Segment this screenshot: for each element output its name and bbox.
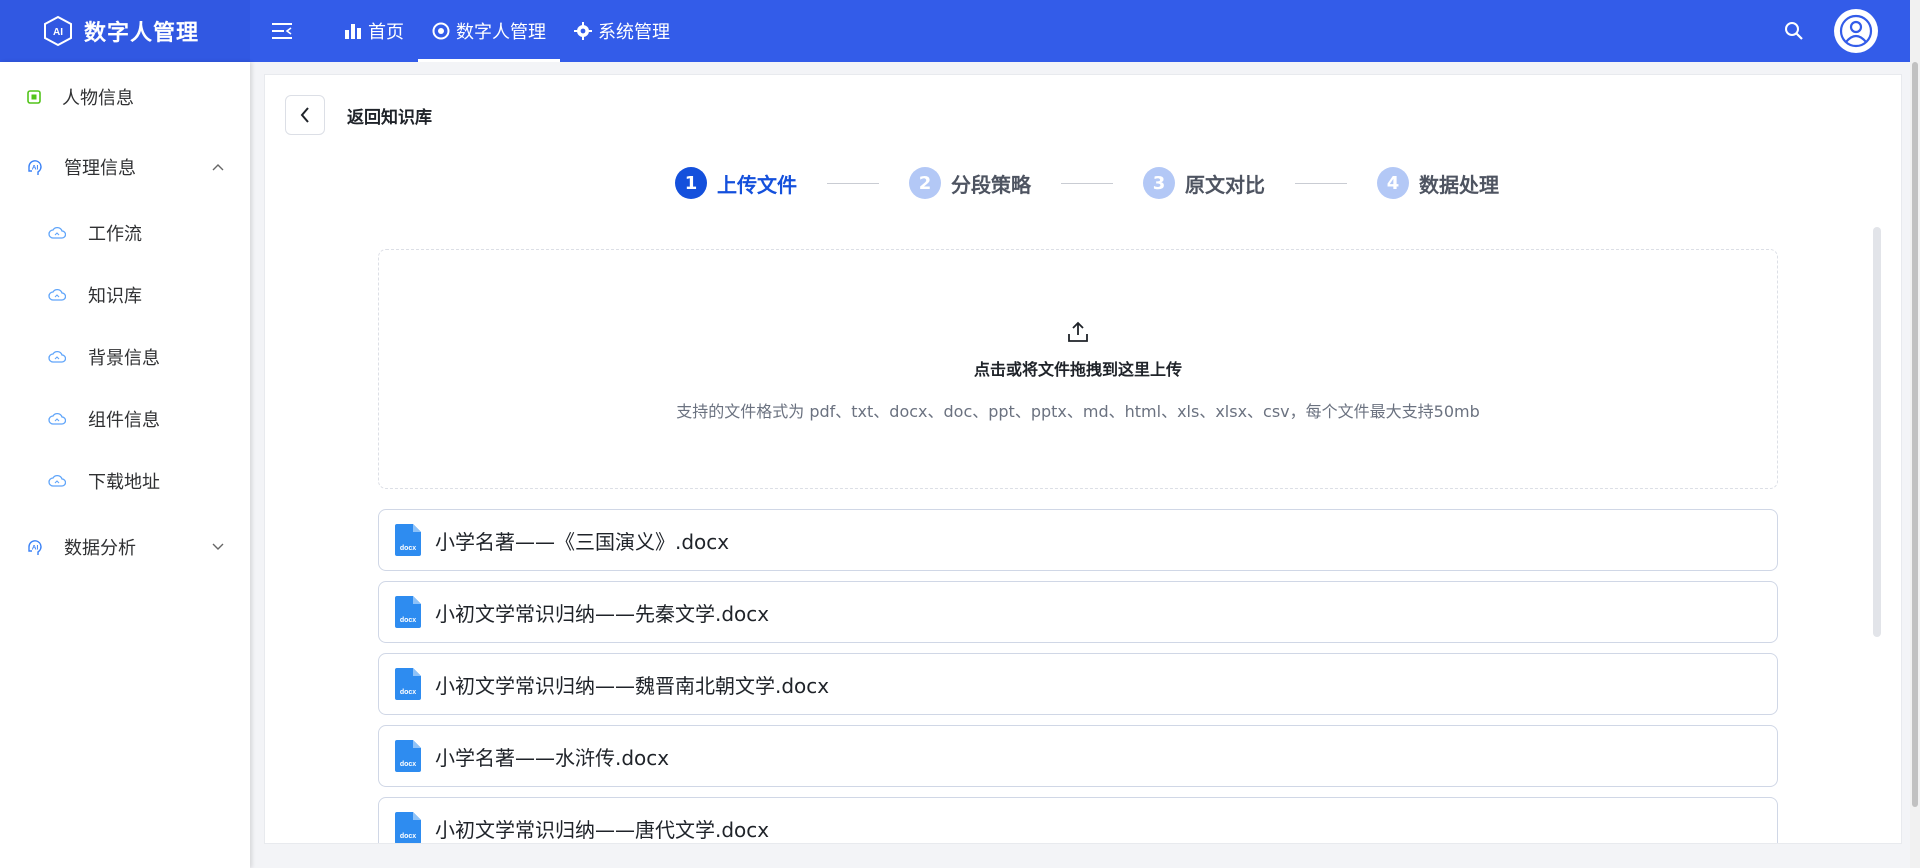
sidebar-item-label: 下载地址	[88, 472, 160, 493]
sidebar-item-download[interactable]: 下载地址	[0, 450, 250, 512]
sidebar-item-label: 数据分析	[64, 538, 136, 559]
docx-file-icon: docx	[395, 812, 421, 843]
docx-file-icon: docx	[395, 740, 421, 772]
file-item[interactable]: docx 小学名著——水浒传.docx	[378, 725, 1778, 787]
svg-text:docx: docx	[400, 545, 416, 552]
cloud-icon	[48, 226, 66, 239]
topbar-actions	[1784, 0, 1920, 62]
step-upload[interactable]: 1 上传文件	[675, 167, 797, 199]
step-segment[interactable]: 2 分段策略	[909, 167, 1031, 199]
file-item[interactable]: docx 小学名著——《三国演义》.docx	[378, 509, 1778, 571]
step-label: 数据处理	[1419, 172, 1499, 197]
bar-chart-icon	[345, 24, 361, 39]
stepper: 1 上传文件 2 分段策略 3 原文对比 4 数据处理	[675, 167, 1499, 199]
step-number: 1	[675, 167, 707, 199]
file-item[interactable]: docx 小初文学常识归纳——唐代文学.docx	[378, 797, 1778, 843]
top-nav: 首页 数字人管理 系统管理	[250, 0, 684, 62]
brand-title: 数字人管理	[84, 21, 200, 46]
back-row: 返回知识库	[285, 95, 432, 135]
aperture-icon	[432, 22, 450, 40]
file-name: 小学名著——《三国演义》.docx	[435, 529, 730, 554]
file-name: 小初文学常识归纳——唐代文学.docx	[435, 817, 770, 842]
file-name: 小初文学常识归纳——先秦文学.docx	[435, 601, 770, 626]
gear-icon	[574, 22, 592, 40]
sidebar-item-label: 知识库	[88, 286, 142, 307]
svg-text:docx: docx	[400, 761, 416, 768]
step-label: 原文对比	[1185, 172, 1265, 197]
step-label: 上传文件	[717, 172, 797, 197]
file-list: docx 小学名著——《三国演义》.docx docx 小初文学常识归纳——先秦…	[378, 509, 1778, 843]
menu-toggle-icon[interactable]	[272, 0, 330, 62]
docx-file-icon: docx	[395, 524, 421, 556]
step-process[interactable]: 4 数据处理	[1377, 167, 1499, 199]
page-scrollbar[interactable]	[1910, 0, 1920, 868]
file-item[interactable]: docx 小初文学常识归纳——先秦文学.docx	[378, 581, 1778, 643]
search-icon[interactable]	[1784, 21, 1804, 41]
step-label: 分段策略	[951, 172, 1031, 197]
sidebar-item-label: 工作流	[88, 224, 142, 245]
chevron-up-icon	[212, 164, 224, 171]
step-number: 2	[909, 167, 941, 199]
step-divider	[1295, 182, 1347, 184]
upload-dropzone[interactable]: 点击或将文件拖拽到这里上传 支持的文件格式为 pdf、txt、docx、doc、…	[378, 249, 1778, 489]
user-avatar[interactable]	[1834, 9, 1878, 53]
svg-text:docx: docx	[400, 833, 416, 840]
content-scrollbar[interactable]	[1873, 227, 1881, 637]
sidebar-item-label: 背景信息	[88, 348, 160, 369]
sidebar-item-label: 人物信息	[62, 88, 134, 109]
sidebar-item-label: 组件信息	[88, 410, 160, 431]
ai-hexagon-logo-icon: AI	[44, 15, 72, 47]
upload-icon	[1068, 321, 1088, 342]
step-divider	[827, 182, 879, 184]
nav-item-system[interactable]: 系统管理	[560, 0, 684, 62]
cloud-icon	[48, 288, 66, 301]
nav-item-label: 首页	[368, 22, 404, 43]
main-panel: 返回知识库 1 上传文件 2 分段策略 3 原文对比 4 数据处理 点击或将文件…	[264, 74, 1902, 844]
sidebar: 人物信息 AI 管理信息 工作流 知识库 背景信息 组件信息 下载地址 AI 数…	[0, 62, 250, 868]
step-number: 4	[1377, 167, 1409, 199]
docx-file-icon: docx	[395, 596, 421, 628]
chip-icon	[27, 90, 41, 104]
docx-file-icon: docx	[395, 668, 421, 700]
svg-text:AI: AI	[53, 27, 63, 38]
chevron-left-icon	[300, 107, 309, 123]
nav-item-home[interactable]: 首页	[330, 0, 418, 62]
nav-item-label: 数字人管理	[456, 22, 546, 43]
back-button[interactable]	[285, 95, 325, 135]
step-compare[interactable]: 3 原文对比	[1143, 167, 1265, 199]
sidebar-item-knowledge-base[interactable]: 知识库	[0, 264, 250, 326]
sidebar-item-component-info[interactable]: 组件信息	[0, 388, 250, 450]
user-icon	[1839, 14, 1873, 48]
top-navbar: AI 数字人管理 首页 数字人管理 系统管理	[0, 0, 1920, 62]
svg-text:AI: AI	[32, 545, 39, 552]
upload-title: 点击或将文件拖拽到这里上传	[973, 360, 1182, 379]
sidebar-item-background-info[interactable]: 背景信息	[0, 326, 250, 388]
svg-text:docx: docx	[400, 617, 416, 624]
svg-text:docx: docx	[400, 689, 416, 696]
ai-brain-icon: AI	[28, 160, 42, 175]
file-item[interactable]: docx 小初文学常识归纳——魏晋南北朝文学.docx	[378, 653, 1778, 715]
file-name: 小初文学常识归纳——魏晋南北朝文学.docx	[435, 673, 830, 698]
sidebar-item-label: 管理信息	[64, 158, 136, 179]
brand[interactable]: AI 数字人管理	[0, 0, 250, 62]
cloud-icon	[48, 350, 66, 363]
ai-brain-icon: AI	[28, 540, 42, 555]
chevron-down-icon	[212, 543, 224, 550]
cloud-icon	[48, 474, 66, 487]
nav-item-label: 系统管理	[598, 22, 670, 43]
sidebar-item-person-info[interactable]: 人物信息	[0, 62, 250, 132]
step-divider	[1061, 182, 1113, 184]
page-scrollbar-thumb[interactable]	[1912, 62, 1918, 807]
svg-text:AI: AI	[32, 165, 39, 172]
step-number: 3	[1143, 167, 1175, 199]
nav-item-digital-human[interactable]: 数字人管理	[418, 0, 560, 62]
file-name: 小学名著——水浒传.docx	[435, 745, 670, 770]
back-label[interactable]: 返回知识库	[347, 103, 432, 128]
sidebar-group-management[interactable]: AI 管理信息	[0, 132, 250, 202]
sidebar-item-workflow[interactable]: 工作流	[0, 202, 250, 264]
cloud-icon	[48, 412, 66, 425]
upload-hint: 支持的文件格式为 pdf、txt、docx、doc、ppt、pptx、md、ht…	[676, 402, 1480, 421]
sidebar-group-data-analysis[interactable]: AI 数据分析	[0, 512, 250, 582]
